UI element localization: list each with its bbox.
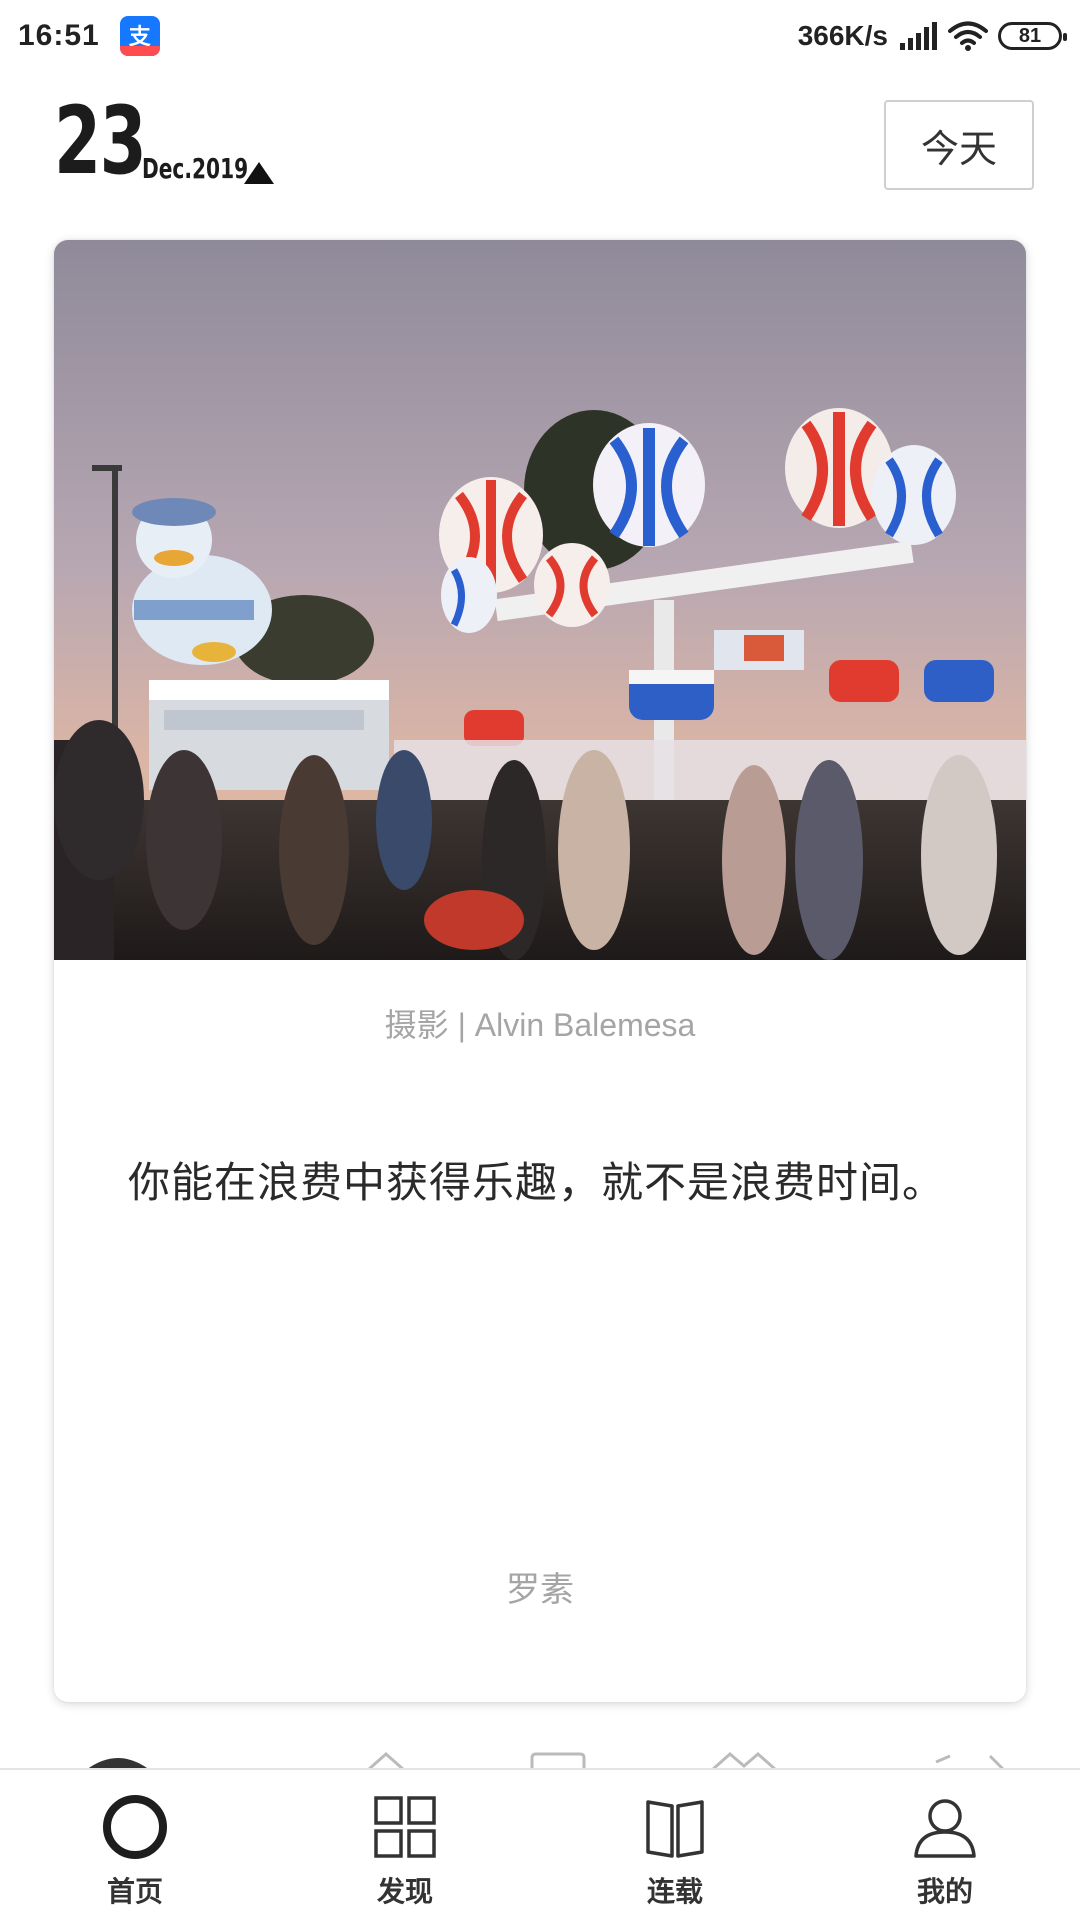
status-bar: 16:51 支 366K/s 81 xyxy=(0,0,1080,72)
bottom-nav: 首页 发现 连载 我的 xyxy=(0,1768,1080,1920)
signal-icon xyxy=(900,22,937,50)
quote-author: 罗素 xyxy=(506,1571,574,1609)
nav-serial[interactable]: 连载 xyxy=(540,1770,810,1920)
triangle-up-icon[interactable] xyxy=(244,162,274,184)
month-year: Dec.2019 xyxy=(142,152,249,185)
wifi-icon xyxy=(948,21,988,51)
book-icon xyxy=(646,1800,704,1858)
nav-discover[interactable]: 发现 xyxy=(270,1770,540,1920)
today-button[interactable]: 今天 xyxy=(884,100,1034,190)
nav-profile[interactable]: 我的 xyxy=(810,1770,1080,1920)
network-speed: 366K/s xyxy=(797,20,888,51)
battery-icon: 81 xyxy=(998,22,1067,50)
card-photo[interactable] xyxy=(54,240,1026,960)
nav-label-profile: 我的 xyxy=(916,1876,973,1907)
grid-icon xyxy=(374,1796,436,1858)
nav-label-discover: 发现 xyxy=(376,1876,433,1907)
status-time: 16:51 xyxy=(18,19,100,52)
alipay-icon: 支 xyxy=(119,16,160,56)
battery-level: 81 xyxy=(1018,24,1042,47)
status-indicators: 366K/s 81 xyxy=(797,20,1067,52)
nav-home[interactable]: 首页 xyxy=(0,1770,270,1920)
date-header: 23 Dec.2019 今天 xyxy=(54,90,1034,200)
user-icon xyxy=(914,1799,976,1858)
nav-label-home: 首页 xyxy=(106,1876,163,1907)
daily-quote: 你能在浪费中获得乐趣，就不是浪费时间。 xyxy=(128,1159,946,1206)
day-number: 23 xyxy=(54,87,147,196)
daily-card[interactable]: 摄影 | Alvin Balemesa 你能在浪费中获得乐趣，就不是浪费时间。 … xyxy=(54,240,1026,1702)
photo-credit: 摄影 | Alvin Balemesa xyxy=(384,1007,696,1043)
nav-label-serial: 连载 xyxy=(646,1876,703,1907)
home-ring-icon xyxy=(103,1795,167,1859)
